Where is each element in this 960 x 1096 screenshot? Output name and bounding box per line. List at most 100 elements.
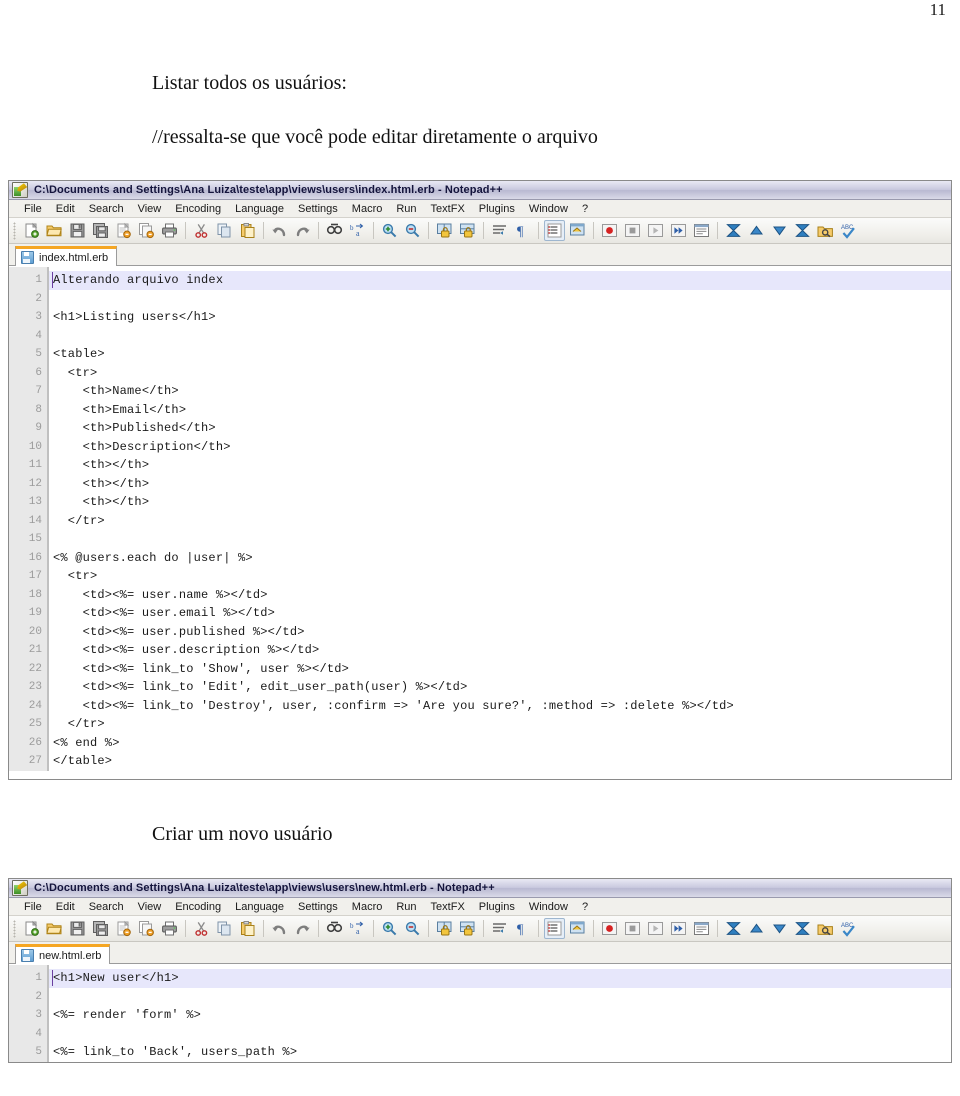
word-wrap-icon[interactable] [489,220,510,241]
print-icon[interactable] [159,918,180,939]
menu-item-window[interactable]: Window [522,201,575,217]
save-all-icon[interactable] [90,220,111,241]
editor-new[interactable]: 1 2 3 4 5 <h1>New user</h1> <%= render '… [9,964,951,1062]
user-defined-dialog-icon[interactable] [567,220,588,241]
undo-icon[interactable] [269,918,290,939]
fold-one-level-icon[interactable] [746,918,767,939]
unfold-one-level-icon[interactable] [769,220,790,241]
copy-icon[interactable] [214,220,235,241]
show-all-chars-icon[interactable]: ¶ [512,918,533,939]
undo-icon[interactable] [269,220,290,241]
redo-icon[interactable] [292,220,313,241]
run-macro-multiple-icon[interactable] [668,918,689,939]
expand-all-icon[interactable] [792,220,813,241]
expand-all-icon[interactable] [792,918,813,939]
spell-check-icon[interactable]: ABC [838,918,859,939]
menu-item-settings[interactable]: Settings [291,899,345,915]
close-all-icon[interactable] [136,220,157,241]
user-defined-dialog-icon[interactable] [567,918,588,939]
unfold-one-level-icon[interactable] [769,918,790,939]
paste-icon[interactable] [237,220,258,241]
collapse-all-icon[interactable] [723,220,744,241]
save-icon[interactable] [67,220,88,241]
sync-horizontal-scroll-icon[interactable] [457,918,478,939]
indent-guide-icon[interactable] [544,918,565,939]
find-icon[interactable] [324,918,345,939]
menu-item-file[interactable]: File [17,201,49,217]
menu-item-edit[interactable]: Edit [49,899,82,915]
print-icon[interactable] [159,220,180,241]
open-file-icon[interactable] [44,220,65,241]
collapse-all-icon[interactable] [723,918,744,939]
new-file-icon[interactable] [21,220,42,241]
cut-icon[interactable] [191,220,212,241]
tab-new-html-erb[interactable]: new.html.erb [15,944,111,964]
close-file-icon[interactable] [113,220,134,241]
zoom-in-icon[interactable] [379,220,400,241]
zoom-out-icon[interactable] [402,220,423,241]
save-macro-icon[interactable] [691,918,712,939]
close-all-icon[interactable] [136,918,157,939]
menu-item-edit[interactable]: Edit [49,201,82,217]
new-file-icon[interactable] [21,918,42,939]
menu-item-language[interactable]: Language [228,201,291,217]
fold-one-level-icon[interactable] [746,220,767,241]
word-wrap-icon[interactable] [489,918,510,939]
menu-item-run[interactable]: Run [389,201,423,217]
stop-recording-icon[interactable] [622,918,643,939]
save-icon[interactable] [67,918,88,939]
menu-item-search[interactable]: Search [82,899,131,915]
menu-item-window[interactable]: Window [522,899,575,915]
spell-check-icon[interactable]: ABC [838,220,859,241]
menu-item-textfx[interactable]: TextFX [424,899,472,915]
menu-item-view[interactable]: View [131,201,169,217]
menu-item-settings[interactable]: Settings [291,201,345,217]
sync-vertical-scroll-icon[interactable] [434,220,455,241]
record-macro-icon[interactable] [599,918,620,939]
menu-item-view[interactable]: View [131,899,169,915]
redo-icon[interactable] [292,918,313,939]
menu-item-help[interactable]: ? [575,899,595,915]
code-area-new[interactable]: <h1>New user</h1> <%= render 'form' %> <… [49,965,951,1062]
play-macro-icon[interactable] [645,918,666,939]
open-file-icon[interactable] [44,918,65,939]
menu-item-help[interactable]: ? [575,201,595,217]
cut-icon[interactable] [191,918,212,939]
run-macro-multiple-icon[interactable] [668,220,689,241]
replace-icon[interactable]: ba [347,220,368,241]
menu-item-plugins[interactable]: Plugins [472,201,522,217]
menu-item-search[interactable]: Search [82,201,131,217]
menu-item-run[interactable]: Run [389,899,423,915]
document-map-icon[interactable] [815,918,836,939]
indent-guide-icon[interactable] [544,220,565,241]
menu-item-macro[interactable]: Macro [345,201,390,217]
tab-index-html-erb[interactable]: index.html.erb [15,246,118,266]
document-map-icon[interactable] [815,220,836,241]
stop-recording-icon[interactable] [622,220,643,241]
menu-item-language[interactable]: Language [228,899,291,915]
toolbar-grip[interactable] [13,221,16,240]
toolbar-grip[interactable] [13,919,16,938]
editor-index[interactable]: 1 2 3 4 5 6 7 8 9 10 11 12 13 14 15 16 1… [9,266,951,771]
code-area-index[interactable]: Alterando arquivo index <h1>Listing user… [49,267,951,771]
save-macro-icon[interactable] [691,220,712,241]
play-macro-icon[interactable] [645,220,666,241]
sync-horizontal-scroll-icon[interactable] [457,220,478,241]
paste-icon[interactable] [237,918,258,939]
zoom-in-icon[interactable] [379,918,400,939]
show-all-chars-icon[interactable]: ¶ [512,220,533,241]
menu-item-file[interactable]: File [17,899,49,915]
save-all-icon[interactable] [90,918,111,939]
find-icon[interactable] [324,220,345,241]
menu-item-encoding[interactable]: Encoding [168,899,228,915]
copy-icon[interactable] [214,918,235,939]
zoom-out-icon[interactable] [402,918,423,939]
menu-item-textfx[interactable]: TextFX [424,201,472,217]
record-macro-icon[interactable] [599,220,620,241]
close-file-icon[interactable] [113,918,134,939]
replace-icon[interactable]: ba [347,918,368,939]
menu-item-plugins[interactable]: Plugins [472,899,522,915]
menu-item-encoding[interactable]: Encoding [168,201,228,217]
sync-vertical-scroll-icon[interactable] [434,918,455,939]
menu-item-macro[interactable]: Macro [345,899,390,915]
